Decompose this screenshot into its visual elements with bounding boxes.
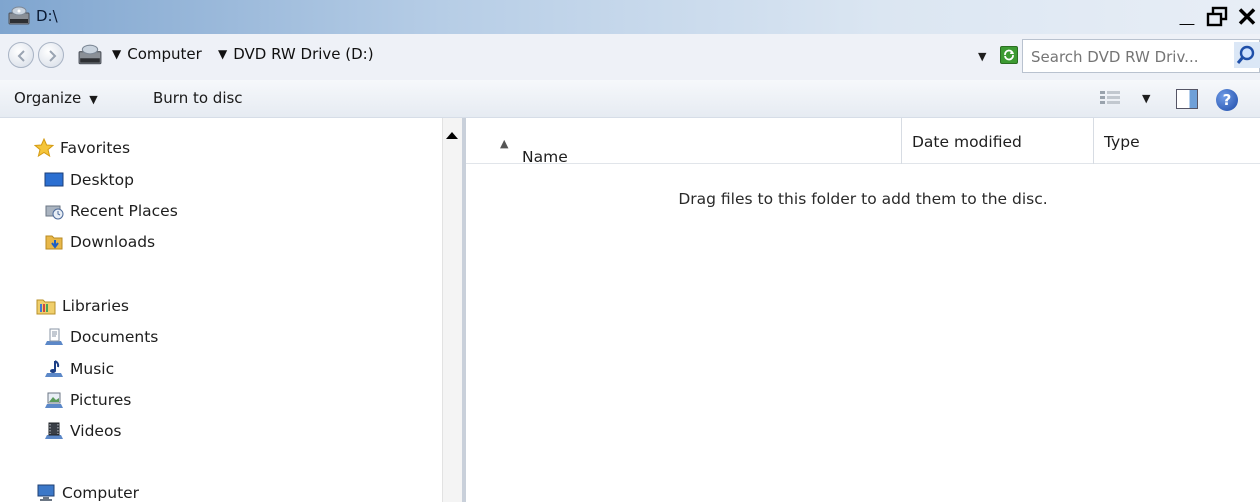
- organize-button[interactable]: Organize ▼: [14, 89, 98, 107]
- address-history-dropdown[interactable]: ▼: [978, 50, 986, 63]
- breadcrumb-arrow-icon: ▼: [218, 47, 228, 61]
- videos-icon: [45, 422, 63, 439]
- documents-icon: [45, 328, 63, 345]
- nav-favorites[interactable]: Favorites: [34, 138, 131, 158]
- search-box: [1022, 39, 1260, 73]
- refresh-icon: [1004, 49, 1014, 61]
- view-dropdown-icon[interactable]: ▼: [1142, 92, 1150, 105]
- empty-folder-message: Drag files to this folder to add them to…: [678, 190, 1048, 208]
- window-title: D:\: [36, 7, 58, 25]
- restore-icon: [1206, 6, 1228, 27]
- address-row: ▼ Computer ▼ DVD RW Drive (D:) ▼: [0, 34, 1260, 80]
- music-icon: [45, 360, 63, 377]
- nav-computer[interactable]: Computer: [36, 483, 139, 502]
- scroll-up-arrow-icon[interactable]: [442, 126, 462, 146]
- breadcrumb-label: DVD RW Drive (D:): [233, 45, 374, 63]
- computer-icon: [37, 484, 55, 501]
- nav-item-recent-places[interactable]: Recent Places: [44, 201, 178, 221]
- nav-label: Music: [70, 360, 115, 378]
- nav-item-desktop[interactable]: Desktop: [44, 170, 134, 190]
- pictures-icon: [45, 392, 63, 408]
- organize-label: Organize: [14, 89, 82, 107]
- breadcrumb-label: Computer: [127, 45, 202, 63]
- breadcrumb-dvd-drive[interactable]: ▼ DVD RW Drive (D:): [218, 45, 374, 63]
- maximize-button[interactable]: [1202, 3, 1232, 31]
- desktop-icon: [44, 172, 64, 187]
- back-button[interactable]: [8, 42, 34, 68]
- title-bar: D:\ _ ✕: [0, 0, 1260, 34]
- nav-label: Desktop: [70, 171, 134, 189]
- nav-label: Libraries: [62, 297, 129, 315]
- view-options-icon[interactable]: [1099, 90, 1121, 108]
- downloads-folder-icon: [45, 235, 63, 250]
- forward-button[interactable]: [38, 42, 64, 68]
- burn-to-disc-button[interactable]: Burn to disc: [153, 89, 243, 107]
- column-label: Date modified: [912, 133, 1022, 151]
- nav-libraries[interactable]: Libraries: [36, 296, 129, 316]
- nav-label: Downloads: [70, 233, 156, 251]
- column-header-name[interactable]: Name ▲: [466, 118, 902, 166]
- column-label: Name: [522, 148, 568, 166]
- nav-label: Pictures: [70, 391, 132, 409]
- nav-item-music[interactable]: Music: [44, 359, 114, 379]
- preview-pane-icon[interactable]: [1176, 89, 1198, 109]
- breadcrumb-computer[interactable]: ▼ Computer: [112, 45, 202, 63]
- column-header-row: Name ▲ Date modified Type: [466, 118, 1260, 166]
- search-input[interactable]: [1031, 46, 1227, 68]
- nav-label: Documents: [70, 328, 159, 346]
- file-list: Name ▲ Date modified Type Drag files to …: [466, 118, 1260, 502]
- navigation-scrollbar[interactable]: [442, 118, 462, 502]
- help-icon[interactable]: ?: [1216, 89, 1238, 111]
- breadcrumb-arrow-icon: ▼: [112, 47, 122, 61]
- recent-places-icon: [45, 205, 64, 220]
- search-icon[interactable]: [1234, 42, 1260, 68]
- nav-item-documents[interactable]: Documents: [44, 327, 158, 347]
- minimize-button[interactable]: _: [1172, 0, 1202, 31]
- column-header-date-modified[interactable]: Date modified: [902, 118, 1094, 164]
- dvd-drive-icon: [78, 44, 102, 65]
- back-arrow-icon: [17, 50, 25, 62]
- nav-label: Videos: [70, 422, 122, 440]
- navigation-pane: Favorites Desktop Recent Places Download…: [0, 118, 442, 502]
- libraries-icon: [36, 299, 56, 315]
- dvd-drive-icon: [8, 6, 30, 25]
- sort-ascending-icon: ▲: [500, 137, 509, 150]
- column-label: Type: [1104, 133, 1140, 151]
- chevron-down-icon: ▼: [89, 93, 98, 106]
- command-bar: Organize ▼ Burn to disc ▼ ?: [0, 80, 1260, 118]
- star-icon: [34, 138, 54, 158]
- forward-arrow-icon: [49, 50, 57, 62]
- nav-item-pictures[interactable]: Pictures: [44, 390, 131, 410]
- nav-item-videos[interactable]: Videos: [44, 421, 122, 441]
- refresh-button[interactable]: [1000, 46, 1018, 64]
- column-header-type[interactable]: Type: [1094, 118, 1260, 164]
- nav-label: Recent Places: [70, 202, 178, 220]
- nav-label: Computer: [62, 484, 140, 502]
- nav-item-downloads[interactable]: Downloads: [44, 232, 155, 252]
- nav-label: Favorites: [60, 139, 131, 157]
- close-button[interactable]: ✕: [1232, 3, 1260, 31]
